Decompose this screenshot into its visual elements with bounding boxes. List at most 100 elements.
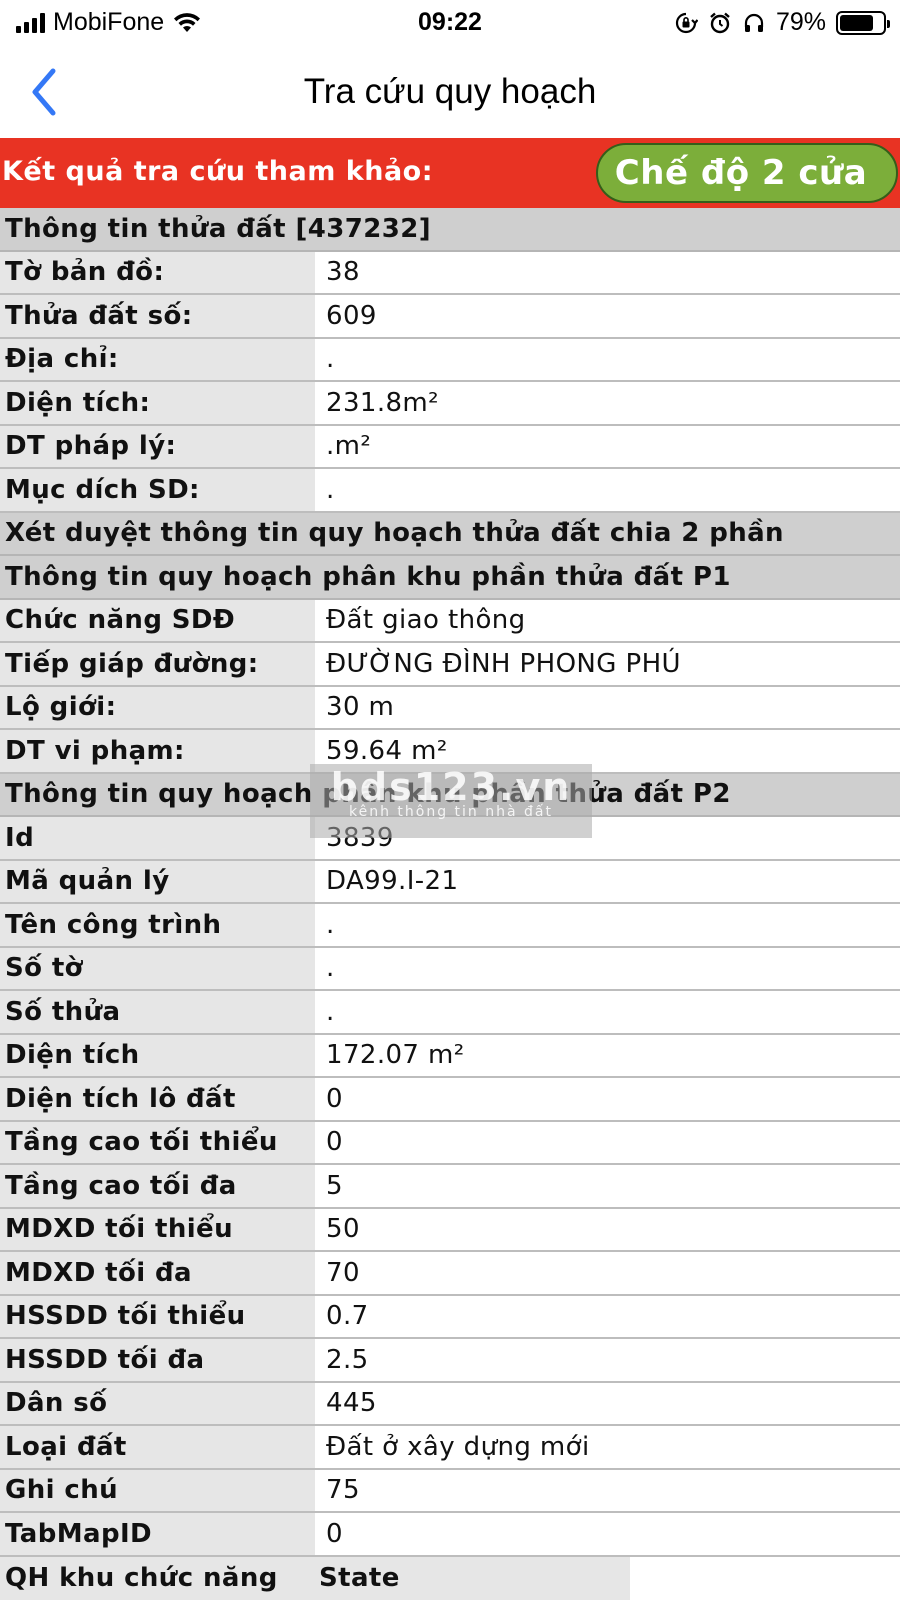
row-value: 0 xyxy=(315,1078,900,1120)
status-bar: MobiFone 09:22 79% xyxy=(0,0,900,46)
row-label: MDXD tối thiểu xyxy=(0,1208,315,1250)
headphones-icon xyxy=(744,13,764,32)
row-value: 5 xyxy=(315,1165,900,1207)
table-row: Chức năng SDĐ Đất giao thông xyxy=(0,599,900,643)
row-value: 172.07 m² xyxy=(315,1034,900,1076)
row-value: 38 xyxy=(315,251,900,293)
row-label: Tên công trình xyxy=(0,904,315,946)
table-row: Tầng cao tối đa 5 xyxy=(0,1165,900,1209)
row-value: . xyxy=(315,904,900,946)
table-row: Mục dích SD:. xyxy=(0,469,900,513)
row-value: State xyxy=(315,1556,630,1600)
row-value: 75 xyxy=(315,1469,900,1511)
row-label: Dân số xyxy=(0,1382,315,1424)
table-row: HSSDD tối thiểu 0.7 xyxy=(0,1295,900,1339)
row-value: 2.5 xyxy=(315,1339,900,1381)
table-row: Tên công trình. xyxy=(0,904,900,948)
row-value: 50 xyxy=(315,1208,900,1250)
table-row: Địa chỉ:. xyxy=(0,338,900,382)
status-right: 79% xyxy=(674,8,890,37)
row-label: Chức năng SDĐ xyxy=(0,599,315,641)
row-value: 70 xyxy=(315,1252,900,1294)
table-row: MDXD tối đa 70 xyxy=(0,1252,900,1296)
table-row: Số thửa. xyxy=(0,991,900,1035)
row-label: Tầng cao tối đa xyxy=(0,1165,315,1207)
row-label: Tầng cao tối thiểu xyxy=(0,1121,315,1163)
table-row: HSSDD tối đa 2.5 xyxy=(0,1339,900,1383)
table-row: Lộ giới: 30 m xyxy=(0,686,900,730)
row-label: Lộ giới: xyxy=(0,686,315,728)
table-row: MDXD tối thiểu 50 xyxy=(0,1208,900,1252)
row-label: HSSDD tối đa xyxy=(0,1339,315,1381)
table-row: Diện tích lô đất 0 xyxy=(0,1078,900,1122)
table-row: TabMapID 0 xyxy=(0,1513,900,1557)
watermark-tagline: kênh thông tin nhà đất xyxy=(349,804,553,820)
info-table: Thông tin thửa đất [437232] Tờ bản đồ: 38… xyxy=(0,208,900,1600)
row-value: 445 xyxy=(315,1382,900,1424)
two-door-mode-button[interactable]: Chế độ 2 cửa xyxy=(596,143,898,203)
table-row-functional-zone: QH khu chức năng State xyxy=(0,1556,900,1600)
row-label: Id xyxy=(0,817,315,859)
table-row: Tầng cao tối thiểu 0 xyxy=(0,1121,900,1165)
row-label: Diện tích lô đất xyxy=(0,1078,315,1120)
table-row: DT pháp lý: .m² xyxy=(0,425,900,469)
table-row: Tờ bản đồ: 38 xyxy=(0,251,900,295)
navigation-bar: Tra cứu quy hoạch xyxy=(0,46,900,138)
table-row: Diện tích: 231.8m² xyxy=(0,382,900,426)
orientation-lock-icon xyxy=(675,12,698,33)
row-label: Diện tích xyxy=(0,1034,315,1076)
row-label: Địa chỉ: xyxy=(0,338,315,380)
row-filler xyxy=(630,1556,900,1600)
result-banner: Kết quả tra cứu tham khảo: Chế độ 2 cửa xyxy=(0,138,900,208)
row-label: TabMapID xyxy=(0,1513,315,1555)
row-label: Số tờ xyxy=(0,947,315,989)
page-title: Tra cứu quy hoạch xyxy=(303,72,597,111)
watermark: bds123.vn kênh thông tin nhà đất xyxy=(310,764,592,838)
row-label: QH khu chức năng xyxy=(0,1556,315,1600)
table-row: Loại đất Đất ở xây dựng mới xyxy=(0,1426,900,1470)
row-value: .m² xyxy=(315,425,900,467)
row-value: ĐƯỜNG ĐÌNH PHONG PHÚ xyxy=(315,643,900,685)
table-row: Dân số 445 xyxy=(0,1382,900,1426)
alarm-icon xyxy=(710,12,730,33)
row-value: 0.7 xyxy=(315,1295,900,1337)
battery-percent: 79% xyxy=(775,8,826,36)
row-label: Số thửa xyxy=(0,991,315,1033)
p2-rows: Id3839Mã quản lýDA99.I-21Tên công trình.… xyxy=(0,817,900,1557)
row-label: HSSDD tối thiểu xyxy=(0,1295,315,1337)
row-label: DT vi phạm: xyxy=(0,730,315,772)
row-label: Loại đất xyxy=(0,1426,315,1468)
row-value: 0 xyxy=(315,1513,900,1555)
row-value: DA99.I-21 xyxy=(315,860,900,902)
row-value: Đất ở xây dựng mới xyxy=(315,1426,900,1468)
p1-rows: Chức năng SDĐ Đất giao thông Tiếp giáp đườ… xyxy=(0,599,900,774)
row-value: 30 m xyxy=(315,686,900,728)
review-section-header: Xét duyệt thông tin quy hoạch thửa đất c… xyxy=(0,512,900,556)
battery-icon xyxy=(836,10,890,35)
banner-label: Kết quả tra cứu tham khảo: xyxy=(2,156,434,187)
table-row: Thửa đất số: 609 xyxy=(0,295,900,339)
row-value: . xyxy=(315,947,900,989)
row-label: Ghi chú xyxy=(0,1469,315,1511)
row-value: Đất giao thông xyxy=(315,599,900,641)
row-value: 0 xyxy=(315,1121,900,1163)
table-row: Tiếp giáp đường: ĐƯỜNG ĐÌNH PHONG PHÚ xyxy=(0,643,900,687)
table-row: Số tờ. xyxy=(0,947,900,991)
row-value: . xyxy=(315,338,900,380)
row-label: Mục dích SD: xyxy=(0,469,315,511)
row-label: MDXD tối đa xyxy=(0,1252,315,1294)
battery-fill xyxy=(840,14,874,31)
row-label: Thửa đất số: xyxy=(0,295,315,337)
parcel-rows: Tờ bản đồ: 38 Thửa đất số: 609 Địa chỉ:. Diện… xyxy=(0,251,900,513)
row-label: Tiếp giáp đường: xyxy=(0,643,315,685)
row-value: . xyxy=(315,991,900,1033)
row-value: 231.8m² xyxy=(315,382,900,424)
parcel-section-header: Thông tin thửa đất [437232] xyxy=(0,208,900,252)
table-row: Mã quản lý DA99.I-21 xyxy=(0,860,900,904)
row-label: Diện tích: xyxy=(0,382,315,424)
row-label: DT pháp lý: xyxy=(0,425,315,467)
row-value: 609 xyxy=(315,295,900,337)
row-value: . xyxy=(315,469,900,511)
back-button[interactable] xyxy=(18,64,70,120)
chevron-left-icon xyxy=(32,68,56,116)
